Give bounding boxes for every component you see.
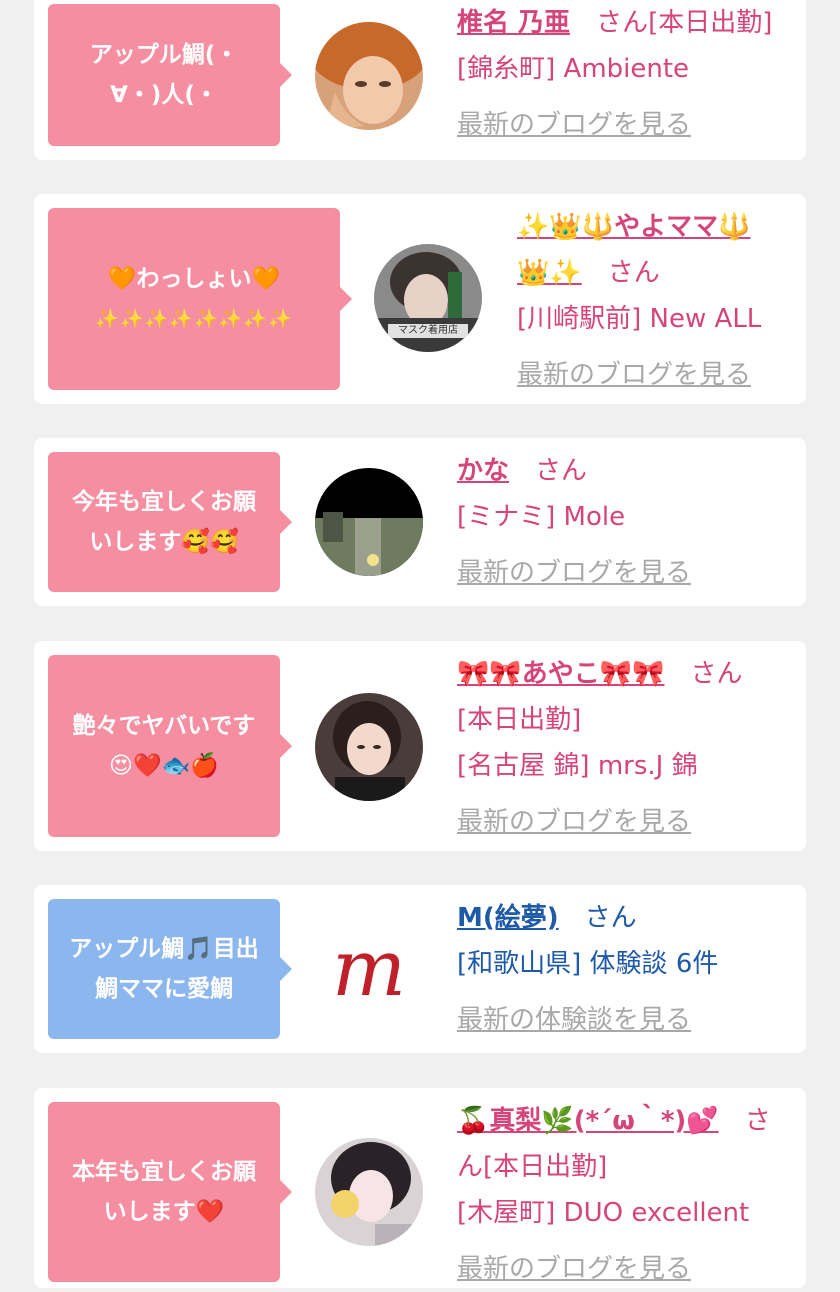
comment-line: 本年も宜しくお願 [72, 1159, 256, 1185]
customer-name-link[interactable]: M(絵夢) [457, 903, 559, 933]
girl-name-link[interactable]: 🍒真梨🌿(*´ω｀*)💕 [457, 1106, 719, 1136]
san-label: さん [535, 456, 588, 486]
san-label: さん [690, 659, 743, 689]
latest-blog-link[interactable]: 最新のブログを見る [457, 799, 743, 845]
girl-info: 🍒真梨🌿(*´ω｀*)💕 さ ん[本日出勤] [木屋町] DUO excelle… [457, 1098, 771, 1292]
san-label: さん [607, 258, 660, 288]
avatar[interactable] [315, 693, 423, 801]
girl-card: 🧡わっしょい🧡 ✨✨✨✨✨✨✨✨ マスク着用店 ✨👑🔱やよママ🔱 👑✨ さん [… [34, 194, 806, 404]
comment-line: 🧡わっしょい🧡 [107, 266, 281, 292]
comment-line: アップル鯛🎵目出 [69, 936, 259, 962]
logo-letter: m [332, 924, 406, 1014]
comment-bubble: 🧡わっしょい🧡 ✨✨✨✨✨✨✨✨ [48, 208, 352, 390]
girl-name-link-cont[interactable]: 👑✨ [517, 258, 582, 288]
girl-info: 🎀🎀あやこ🎀🎀 さん [本日出勤] [名古屋 錦] mrs.J 錦 最新のブログ… [457, 651, 743, 845]
avatar[interactable] [315, 468, 423, 576]
girl-info: ✨👑🔱やよママ🔱 👑✨ さん [川崎駅前] New ALL 最新のブログを見る [517, 204, 761, 398]
avatar[interactable]: マスク着用店 [374, 244, 482, 352]
customer-card: アップル鯛🎵目出 鯛ママに愛鯛 m M(絵夢) さん [和歌山県] 体験談 6件… [34, 885, 806, 1053]
comment-line: いします❤️ [103, 1199, 225, 1225]
status-info: ん[本日出勤] [457, 1152, 608, 1182]
avatar[interactable] [315, 22, 423, 130]
status-info: [本日出勤] [457, 705, 582, 735]
shop-info: [川崎駅前] New ALL [517, 304, 762, 334]
girl-name-link[interactable]: ✨👑🔱やよママ🔱 [517, 212, 751, 242]
comment-bubble: 艶々でヤバいです 😍❤️🐟🍎 [48, 655, 292, 837]
shop-info: [錦糸町] Ambiente [457, 54, 690, 84]
comment-line: ∀・)人(・ [110, 82, 218, 108]
girl-name-link[interactable]: かな [457, 456, 509, 486]
review-info: [和歌山県] 体験談 6件 [457, 949, 719, 979]
comment-line: 今年も宜しくお願 [72, 489, 256, 515]
comment-line: いします🥰🥰 [89, 529, 239, 555]
latest-blog-link[interactable]: 最新のブログを見る [457, 550, 691, 596]
comment-bubble: アップル鯛🎵目出 鯛ママに愛鯛 [48, 899, 292, 1039]
comment-bubble: アップル鯛(・ ∀・)人(・ [48, 4, 292, 146]
customer-info: M(絵夢) さん [和歌山県] 体験談 6件 最新の体験談を見る [457, 895, 718, 1043]
shop-info: [名古屋 錦] mrs.J 錦 [457, 751, 698, 781]
girl-card: アップル鯛(・ ∀・)人(・ 椎名 乃亜 さん[本日出勤] [錦糸町] Ambi… [34, 0, 806, 160]
comment-line: アップル鯛(・ [89, 42, 239, 68]
shop-info: [ミナミ] Mole [457, 502, 626, 532]
girl-card: 今年も宜しくお願 いします🥰🥰 かな さん [ミナミ] Mole 最新のブログを… [34, 438, 806, 606]
girl-name-link[interactable]: 椎名 乃亜 [457, 8, 570, 38]
comment-line: 鯛ママに愛鯛 [95, 976, 233, 1002]
latest-blog-link[interactable]: 最新のブログを見る [457, 102, 772, 148]
avatar-logo[interactable]: m [315, 915, 423, 1023]
girl-card: 艶々でヤバいです 😍❤️🐟🍎 🎀🎀あやこ🎀🎀 さん [本日出勤] [名古屋 錦]… [34, 641, 806, 851]
comment-line: 艶々でヤバいです [72, 713, 256, 739]
comment-bubble: 本年も宜しくお願 いします❤️ [48, 1102, 292, 1282]
san-label: さん [584, 903, 637, 933]
comment-line: 😍❤️🐟🍎 [109, 753, 219, 779]
latest-blog-link[interactable]: 最新のブログを見る [517, 352, 761, 398]
latest-blog-link[interactable]: 最新のブログを見る [457, 1246, 771, 1292]
san-label: さ [744, 1106, 771, 1136]
comment-bubble: 今年も宜しくお願 いします🥰🥰 [48, 452, 292, 592]
comment-line: ✨✨✨✨✨✨✨✨ [95, 308, 293, 330]
girl-name-link[interactable]: 🎀🎀あやこ🎀🎀 [457, 659, 665, 689]
latest-review-link[interactable]: 最新の体験談を見る [457, 997, 718, 1043]
san-label: さん[本日出勤] [596, 8, 773, 38]
shop-info: [木屋町] DUO excellent [457, 1198, 750, 1228]
girl-card: 本年も宜しくお願 いします❤️ 🍒真梨🌿(*´ω｀*)💕 さ ん[本日出勤] [… [34, 1088, 806, 1288]
avatar[interactable] [315, 1138, 423, 1246]
girl-info: 椎名 乃亜 さん[本日出勤] [錦糸町] Ambiente 最新のブログを見る [457, 0, 772, 148]
avatar-caption: マスク着用店 [398, 325, 458, 336]
girl-info: かな さん [ミナミ] Mole 最新のブログを見る [457, 448, 691, 596]
